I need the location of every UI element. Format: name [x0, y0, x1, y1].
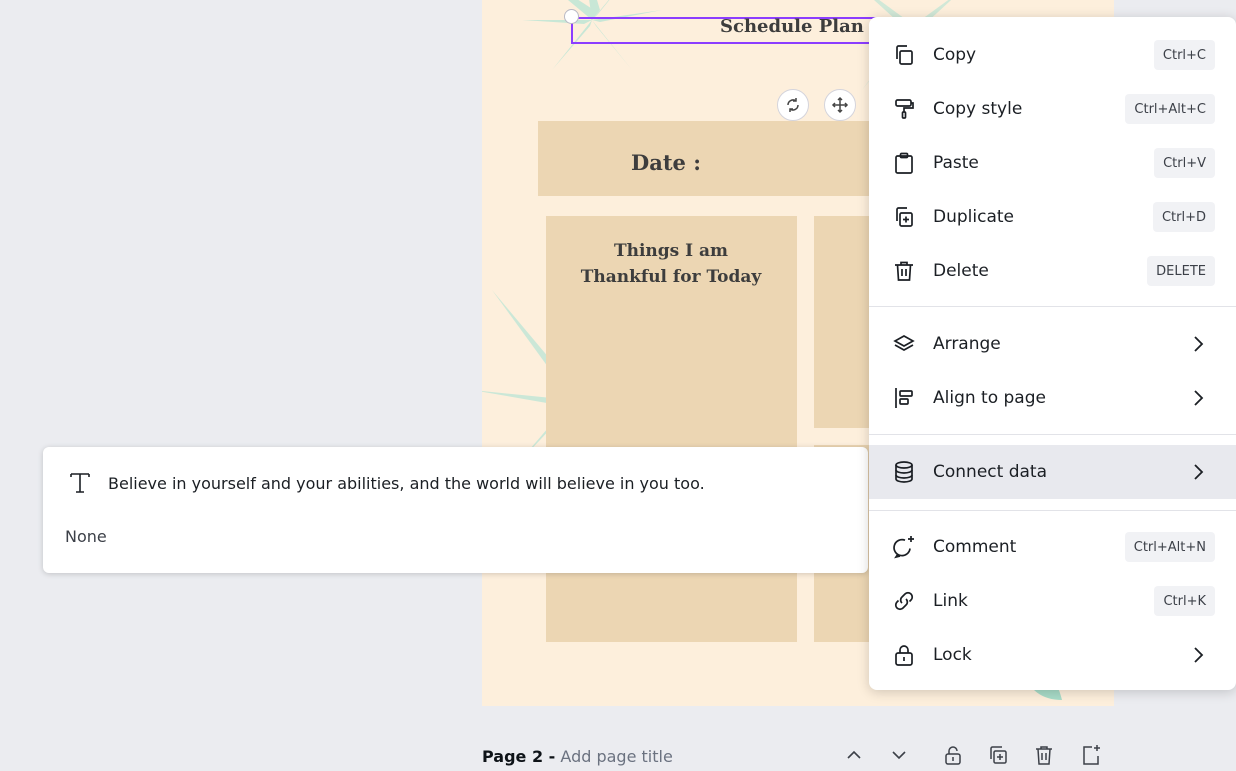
menu-item-comment[interactable]: Comment Ctrl+Alt+N	[869, 520, 1236, 574]
add-page-icon[interactable]	[1080, 744, 1102, 766]
menu-separator	[869, 510, 1236, 511]
database-icon	[895, 461, 913, 483]
menu-item-label: Arrange	[933, 334, 1001, 354]
menu-item-copy-style[interactable]: Copy style Ctrl+Alt+C	[869, 82, 1236, 136]
delete-page-icon[interactable]	[1033, 744, 1055, 766]
trash-icon	[895, 261, 913, 281]
shortcut-badge: Ctrl+K	[1154, 586, 1215, 616]
shortcut-badge: Ctrl+V	[1154, 148, 1215, 178]
menu-item-copy[interactable]: Copy Ctrl+C	[869, 28, 1236, 82]
move-icon	[831, 96, 849, 114]
align-icon	[895, 388, 913, 408]
page-title-input[interactable]: Add page title	[560, 747, 672, 766]
text-icon	[70, 473, 90, 493]
lock-page-icon[interactable]	[942, 744, 964, 766]
date-label[interactable]: Date :	[631, 150, 701, 175]
thankful-line-1: Things I am	[613, 241, 729, 261]
schedule-title[interactable]: Schedule Plan	[720, 16, 864, 37]
side-box-top[interactable]	[814, 216, 874, 428]
menu-item-connect-data[interactable]: Connect data	[869, 445, 1236, 499]
connect-data-tooltip: Believe in yourself and your abilities, …	[43, 447, 868, 573]
chevron-up-icon[interactable]	[843, 744, 865, 766]
page-number-label: Page 2 -	[482, 747, 556, 766]
menu-item-label: Copy style	[933, 99, 1023, 119]
menu-separator	[869, 306, 1236, 307]
menu-item-label: Link	[933, 591, 968, 611]
chevron-right-icon	[1194, 336, 1204, 352]
menu-item-label: Connect data	[933, 462, 1047, 482]
menu-item-label: Comment	[933, 537, 1017, 557]
shortcut-badge: Ctrl+C	[1153, 40, 1215, 70]
menu-item-label: Copy	[933, 45, 977, 65]
menu-item-label: Delete	[933, 261, 989, 281]
chevron-right-icon	[1194, 464, 1204, 480]
rotate-button[interactable]	[777, 89, 809, 121]
rotate-icon	[787, 98, 799, 112]
chevron-right-icon	[1194, 647, 1204, 663]
duplicate-icon	[896, 207, 913, 227]
menu-item-link[interactable]: Link Ctrl+K	[869, 574, 1236, 628]
menu-item-align-to-page[interactable]: Align to page	[869, 371, 1236, 425]
menu-item-label: Align to page	[933, 388, 1046, 408]
comment-plus-icon	[893, 536, 914, 559]
thankful-heading[interactable]: Things I am Thankful for Today	[546, 238, 796, 290]
copy-icon	[896, 45, 913, 65]
menu-item-label: Duplicate	[933, 207, 1014, 227]
layers-icon	[893, 335, 915, 351]
shortcut-badge: Ctrl+Alt+N	[1124, 532, 1215, 562]
chevron-right-icon	[1194, 390, 1204, 406]
move-button[interactable]	[824, 89, 856, 121]
thankful-line-2: Thankful for Today	[580, 267, 762, 287]
duplicate-page-icon[interactable]	[987, 744, 1009, 766]
menu-item-paste[interactable]: Paste Ctrl+V	[869, 136, 1236, 190]
menu-item-delete[interactable]: Delete DELETE	[869, 244, 1236, 298]
resize-handle[interactable]	[564, 9, 579, 24]
menu-item-arrange[interactable]: Arrange	[869, 317, 1236, 371]
clipboard-icon	[895, 152, 913, 174]
chevron-down-icon[interactable]	[888, 744, 910, 766]
page-title-bar[interactable]: Page 2 - Add page title	[482, 747, 673, 766]
menu-item-label: Paste	[933, 153, 979, 173]
menu-separator	[869, 434, 1236, 435]
tooltip-text: Believe in yourself and your abilities, …	[108, 474, 705, 493]
tooltip-subtext: None	[65, 527, 107, 546]
menu-item-label: Lock	[933, 645, 972, 665]
shortcut-badge: Ctrl+Alt+C	[1125, 94, 1215, 124]
context-menu: Copy Ctrl+C Copy style Ctrl+Alt+C Paste …	[869, 17, 1236, 690]
menu-item-duplicate[interactable]: Duplicate Ctrl+D	[869, 190, 1236, 244]
shortcut-badge: Ctrl+D	[1152, 202, 1215, 232]
link-icon	[894, 591, 914, 611]
lock-icon	[895, 645, 913, 666]
shortcut-badge: DELETE	[1147, 256, 1215, 286]
paint-roller-icon	[895, 99, 914, 119]
menu-item-lock[interactable]: Lock	[869, 628, 1236, 682]
